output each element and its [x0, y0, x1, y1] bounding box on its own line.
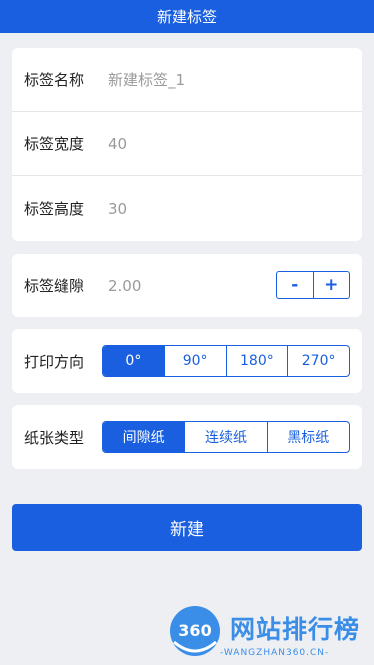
label-gap-card: 标签缝隙 2.00 - +	[12, 254, 362, 317]
paper-option-black-mark[interactable]: 黑标纸	[266, 422, 349, 452]
label-gap-label: 标签缝隙	[24, 277, 85, 295]
gap-decrement-button[interactable]: -	[277, 272, 313, 298]
watermark-subtitle: -WANGZHAN360.CN-	[220, 648, 330, 658]
paper-type-card: 纸张类型 间隙纸 连续纸 黑标纸	[12, 405, 362, 469]
label-width-input[interactable]	[108, 134, 328, 153]
paper-type-selector: 间隙纸 连续纸 黑标纸	[102, 421, 350, 453]
label-height-input[interactable]	[108, 199, 328, 218]
site-logo-icon: 360	[170, 606, 220, 656]
create-button[interactable]: 新建	[12, 504, 362, 551]
label-name-label: 标签名称	[24, 71, 85, 89]
print-direction-selector: 0° 90° 180° 270°	[102, 345, 350, 377]
gap-increment-button[interactable]: +	[312, 272, 350, 298]
label-name-input[interactable]	[108, 70, 328, 89]
print-direction-card: 打印方向 0° 90° 180° 270°	[12, 329, 362, 393]
label-height-row: 标签高度	[12, 176, 362, 241]
direction-option-180[interactable]: 180°	[225, 346, 288, 376]
paper-type-label: 纸张类型	[24, 428, 85, 447]
direction-option-270[interactable]: 270°	[287, 346, 349, 376]
watermark: 360 网站排行榜 -WANGZHAN360.CN-	[168, 604, 374, 664]
watermark-title: 网站排行榜	[230, 615, 361, 644]
paper-option-continuous[interactable]: 连续纸	[184, 422, 266, 452]
gap-stepper: - +	[276, 271, 350, 299]
logo-text: 360	[178, 621, 211, 640]
direction-option-0[interactable]: 0°	[103, 346, 164, 376]
label-name-row: 标签名称	[12, 48, 362, 112]
page-title: 新建标签	[156, 8, 217, 26]
label-width-row: 标签宽度	[12, 112, 362, 176]
title-bar: 新建标签	[0, 0, 374, 33]
direction-option-90[interactable]: 90°	[163, 346, 226, 376]
label-width-label: 标签宽度	[24, 135, 85, 153]
print-direction-label: 打印方向	[24, 352, 85, 371]
paper-option-gap[interactable]: 间隙纸	[103, 422, 185, 452]
label-fields-card: 标签名称 标签宽度 标签高度	[12, 48, 362, 241]
label-height-label: 标签高度	[24, 200, 85, 218]
